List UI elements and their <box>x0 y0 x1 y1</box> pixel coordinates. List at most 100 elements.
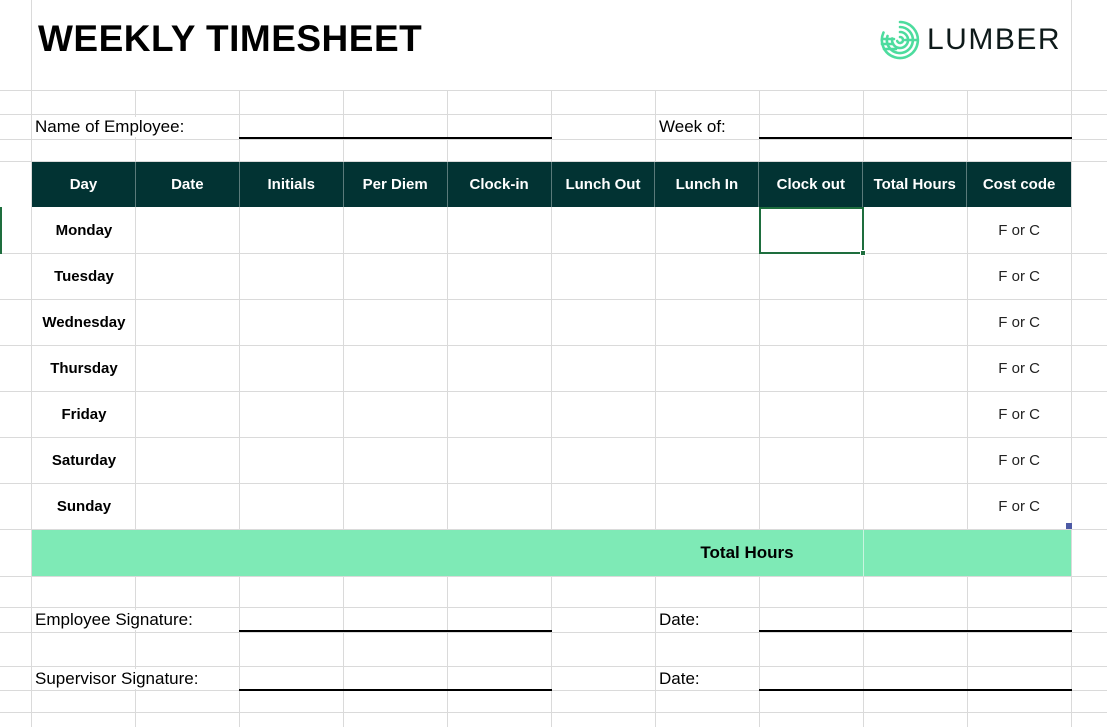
clock-out-cell[interactable] <box>759 253 863 299</box>
header-total-hours[interactable]: Total Hours <box>863 162 968 207</box>
week-of-field[interactable] <box>759 137 1072 139</box>
header-cost-code[interactable]: Cost code <box>967 162 1071 207</box>
day-cell[interactable]: Saturday <box>32 437 136 483</box>
header-lunch-out[interactable]: Lunch Out <box>552 162 656 207</box>
employee-name-field[interactable] <box>239 137 552 139</box>
clock-out-cell[interactable] <box>759 391 863 437</box>
cost-code-cell[interactable]: F or C <box>967 345 1071 391</box>
clock-in-cell[interactable] <box>448 253 552 299</box>
cost-code-cell[interactable]: F or C <box>967 253 1071 299</box>
employee-date-field[interactable] <box>759 630 1072 632</box>
lunch-out-cell[interactable] <box>552 483 656 529</box>
header-date[interactable]: Date <box>136 162 240 207</box>
per-diem-cell[interactable] <box>344 207 448 253</box>
page-title: WEEKLY TIMESHEET <box>38 18 423 59</box>
per-diem-cell[interactable] <box>344 437 448 483</box>
date-cell[interactable] <box>136 345 240 391</box>
initials-cell[interactable] <box>240 345 344 391</box>
lunch-out-cell[interactable] <box>552 253 656 299</box>
total-hours-cell[interactable] <box>863 299 967 345</box>
supervisor-date-label: Date: <box>659 669 700 689</box>
day-cell[interactable]: Friday <box>32 391 136 437</box>
initials-cell[interactable] <box>240 253 344 299</box>
timesheet-table: Day Date Initials Per Diem Clock-in Lunc… <box>32 162 1071 529</box>
clock-in-cell[interactable] <box>448 391 552 437</box>
table-row: Wednesday F or C <box>32 299 1071 345</box>
date-cell[interactable] <box>136 253 240 299</box>
lunch-in-cell[interactable] <box>655 483 759 529</box>
cost-code-cell[interactable]: F or C <box>967 299 1071 345</box>
day-cell[interactable]: Thursday <box>32 345 136 391</box>
lunch-in-cell[interactable] <box>655 437 759 483</box>
per-diem-cell[interactable] <box>344 483 448 529</box>
lunch-in-cell[interactable] <box>655 345 759 391</box>
header-lunch-in[interactable]: Lunch In <box>655 162 760 207</box>
day-cell[interactable]: Sunday <box>32 483 136 529</box>
employee-date-label: Date: <box>659 610 700 630</box>
clock-in-cell[interactable] <box>448 437 552 483</box>
total-hours-cell[interactable] <box>863 437 967 483</box>
total-hours-cell[interactable] <box>863 253 967 299</box>
selection-fill-handle[interactable] <box>860 250 866 256</box>
cost-code-cell[interactable]: F or C <box>967 207 1071 253</box>
day-cell[interactable]: Tuesday <box>32 253 136 299</box>
employee-signature-field[interactable] <box>239 630 552 632</box>
cost-code-cell[interactable]: F or C <box>967 391 1071 437</box>
table-row: Saturday F or C <box>32 437 1071 483</box>
table-row: Friday F or C <box>32 391 1071 437</box>
selected-cell[interactable] <box>759 207 866 256</box>
clock-in-cell[interactable] <box>448 345 552 391</box>
total-hours-cell[interactable] <box>863 391 967 437</box>
cost-code-cell[interactable]: F or C <box>967 437 1071 483</box>
lunch-in-cell[interactable] <box>655 299 759 345</box>
clock-in-cell[interactable] <box>448 207 552 253</box>
clock-out-cell[interactable] <box>759 345 863 391</box>
supervisor-date-field[interactable] <box>759 689 1072 691</box>
lumber-logo: LUMBER <box>879 19 1061 61</box>
header-per-diem[interactable]: Per Diem <box>344 162 448 207</box>
lunch-in-cell[interactable] <box>655 207 759 253</box>
clock-out-cell[interactable] <box>759 299 863 345</box>
initials-cell[interactable] <box>240 391 344 437</box>
total-hours-cell[interactable] <box>863 345 967 391</box>
total-hours-label: Total Hours <box>700 543 794 562</box>
per-diem-cell[interactable] <box>344 253 448 299</box>
logo-text: LUMBER <box>927 23 1062 56</box>
date-cell[interactable] <box>136 483 240 529</box>
initials-cell[interactable] <box>240 437 344 483</box>
lunch-out-cell[interactable] <box>552 391 656 437</box>
total-hours-cell[interactable] <box>863 483 967 529</box>
header-day[interactable]: Day <box>32 162 136 207</box>
per-diem-cell[interactable] <box>344 391 448 437</box>
day-cell[interactable]: Monday <box>32 207 136 253</box>
initials-cell[interactable] <box>240 207 344 253</box>
total-hours-row: Total Hours <box>32 530 1071 576</box>
supervisor-signature-label: Supervisor Signature: <box>35 669 199 689</box>
clock-in-cell[interactable] <box>448 483 552 529</box>
clock-in-cell[interactable] <box>448 299 552 345</box>
date-cell[interactable] <box>136 391 240 437</box>
day-cell[interactable]: Wednesday <box>32 299 136 345</box>
initials-cell[interactable] <box>240 299 344 345</box>
cost-code-cell[interactable]: F or C <box>967 483 1071 529</box>
date-cell[interactable] <box>136 299 240 345</box>
per-diem-cell[interactable] <box>344 299 448 345</box>
lunch-out-cell[interactable] <box>552 345 656 391</box>
lunch-out-cell[interactable] <box>552 437 656 483</box>
date-cell[interactable] <box>136 207 240 253</box>
initials-cell[interactable] <box>240 483 344 529</box>
lunch-out-cell[interactable] <box>552 207 656 253</box>
supervisor-signature-field[interactable] <box>239 689 552 691</box>
header-clock-in[interactable]: Clock-in <box>448 162 552 207</box>
lunch-out-cell[interactable] <box>552 299 656 345</box>
lunch-in-cell[interactable] <box>655 391 759 437</box>
range-fill-handle[interactable] <box>1066 523 1072 529</box>
lunch-in-cell[interactable] <box>655 253 759 299</box>
header-clock-out[interactable]: Clock out <box>759 162 864 207</box>
per-diem-cell[interactable] <box>344 345 448 391</box>
header-initials[interactable]: Initials <box>240 162 344 207</box>
date-cell[interactable] <box>136 437 240 483</box>
clock-out-cell[interactable] <box>759 437 863 483</box>
clock-out-cell[interactable] <box>759 483 863 529</box>
total-hours-cell[interactable] <box>863 207 967 253</box>
